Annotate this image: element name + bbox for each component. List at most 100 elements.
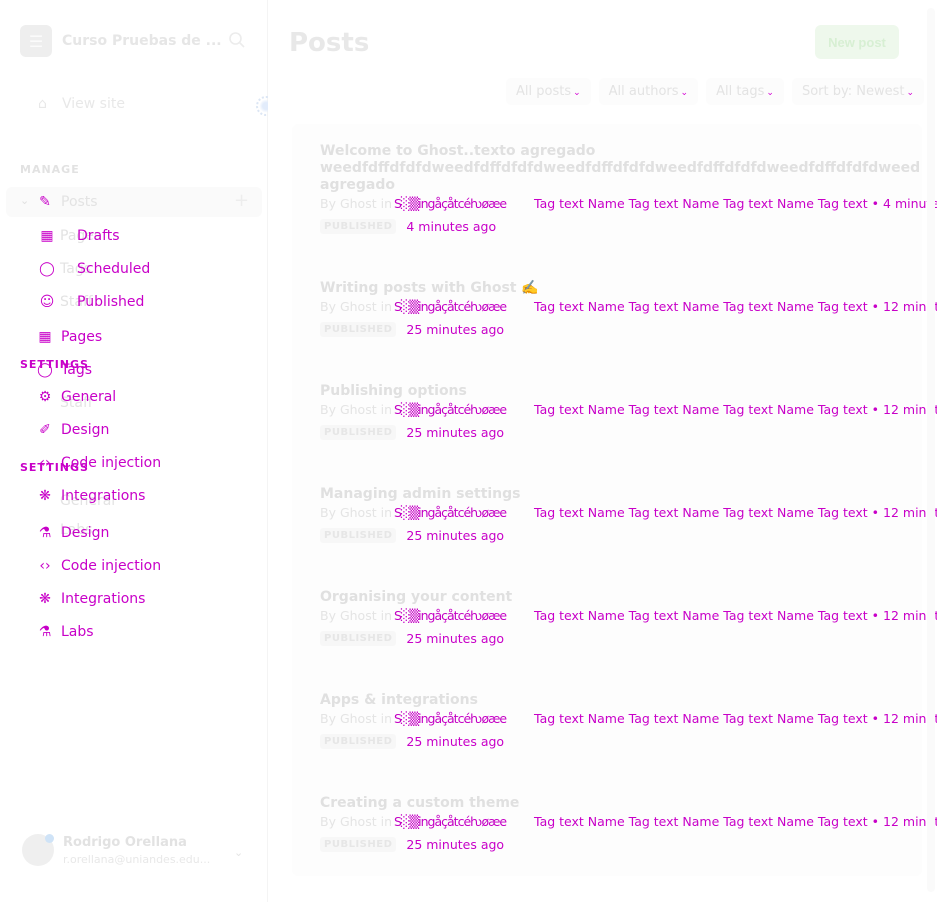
page-title: Posts [289,28,370,58]
post-meta-noise: S░▒ingåçåtcéƕøæe [394,402,507,417]
filter-sort[interactable]: Sort by: Newest ⌄ [791,77,925,105]
post-author: By Ghost in [320,196,392,211]
sidebar-item-label: Integrations [61,591,146,607]
sidebar-item-code-injection-2[interactable]: ‹› Code injection [36,558,161,574]
integrations-icon: ❋ [39,488,51,504]
sidebar-item-label: Code injection [61,558,162,574]
sidebar-item-drafts[interactable]: ▦ Drafts [38,228,119,244]
sidebar-item-posts[interactable]: ✎ Posts [36,194,97,210]
list-item[interactable]: Publishing options By Ghost in S░▒ingåçå… [320,383,937,440]
post-time: 25 minutes ago [406,425,505,440]
post-time: 25 minutes ago [406,837,505,852]
drafts-icon: ▦ [40,228,54,244]
scrollbar[interactable] [927,8,935,892]
post-time: 25 minutes ago [406,322,505,337]
sidebar-item-label: Scheduled [77,261,151,277]
post-status-row: PUBLISHED 25 minutes ago [320,322,925,337]
sidebar-item-general[interactable]: ⚙ General [36,389,116,405]
filter-all-authors[interactable]: All authors ⌄ [598,77,699,105]
post-meta-noise: S░▒ingåçåtcéƕøæe [394,196,507,211]
online-dot [45,834,54,843]
filter-label: All authors [608,83,679,99]
status-badge: PUBLISHED [320,837,397,852]
sidebar-item-label: Published [77,294,145,310]
sidebar-item-pages[interactable]: ▦ Pages [36,329,102,345]
sidebar-item-label: Tags [61,362,92,378]
post-status-row: PUBLISHED 25 minutes ago [320,425,925,440]
sidebar-item-tags[interactable]: ◯ Tags [36,362,92,378]
filter-label: All posts [516,83,572,99]
post-meta-noise: S░▒ingåçåtcéƕøæe [394,711,507,726]
filter-all-tags[interactable]: All tags ⌄ [706,77,784,105]
post-time: 25 minutes ago [406,631,505,646]
pages-icon: ▦ [38,329,52,345]
sidebar-item-design-2[interactable]: ⚗ Design [36,525,110,541]
sidebar-item-integrations[interactable]: ❋ Integrations [36,488,145,504]
sidebar-item-integrations-2[interactable]: ❋ Integrations [36,591,145,607]
post-title: Apps & integrations [320,692,478,708]
list-item[interactable]: Writing posts with Ghost ✍️ By Ghost in … [320,280,937,337]
post-meta: By Ghost in S░▒ingåçåtcéƕøæe Tag text Na… [320,299,937,319]
chevron-down-icon[interactable]: ⌄ [234,846,243,859]
post-title: Managing admin settings [320,486,521,502]
view-site-link[interactable]: ⌂ View site [38,96,125,112]
list-item[interactable]: Creating a custom theme By Ghost in S░▒i… [320,795,937,852]
flask-icon: ⚗ [38,624,52,640]
post-status-row: PUBLISHED 25 minutes ago [320,528,925,543]
post-meta-noise: S░▒ingåçåtcéƕøæe [394,814,507,829]
post-author: By Ghost in [320,505,392,520]
site-title: Curso Pruebas de ... [62,33,222,49]
list-item[interactable]: Organising your content By Ghost in S░▒i… [320,589,937,646]
post-title: Welcome to Ghost..texto agregado weedfdf… [320,143,920,193]
integrations-icon: ❋ [39,591,51,607]
post-tags: Tag text Name Tag text Name Tag text Nam… [534,299,937,314]
post-meta: By Ghost in S░▒ingåçåtcéƕøæe Tag text Na… [320,711,937,731]
list-item[interactable]: Apps & integrations By Ghost in S░▒ingåç… [320,692,937,749]
sidebar-item-code-injection[interactable]: ‹› Code injection [36,455,161,471]
filter-label: All tags [716,83,765,99]
main-content: Posts New post All posts ⌄ All authors ⌄ A… [268,0,937,902]
post-title: Organising your content [320,589,513,605]
tag-icon: ◯ [37,362,53,378]
user-menu[interactable]: Rodrigo Orellana r.orellana@uniandes.edu… [22,834,210,866]
chevron-down-icon: ⌄ [680,87,689,98]
post-status-row: PUBLISHED 25 minutes ago [320,734,925,749]
sidebar-item-label: General [61,389,117,405]
status-badge: PUBLISHED [320,528,397,543]
sidebar-item-scheduled[interactable]: ◯ Scheduled [38,261,150,277]
list-item[interactable]: Welcome to Ghost..texto agregado weedfdf… [320,143,937,234]
post-tags: Tag text Name Tag text Name Tag text Nam… [534,402,937,417]
new-post-button[interactable]: New post [815,25,899,59]
post-meta-noise: S░▒ingåçåtcéƕøæe [394,608,507,623]
code-icon: ‹› [39,455,51,471]
avatar [22,834,54,866]
add-post-icon[interactable]: + [234,190,249,211]
sidebar-item-labs[interactable]: ⚗ Labs [36,624,94,640]
post-title: Publishing options [320,383,467,399]
list-item[interactable]: Managing admin settings By Ghost in S░▒i… [320,486,937,543]
post-status-row: PUBLISHED 4 minutes ago [320,219,920,234]
post-tags: Tag text Name Tag text Name Tag text Nam… [534,711,937,726]
status-badge: PUBLISHED [320,631,397,646]
status-badge: PUBLISHED [320,734,397,749]
search-icon[interactable] [228,31,246,49]
user-name: Rodrigo Orellana [63,834,187,850]
sidebar-item-label: Labs [61,624,94,640]
sidebar-item-label: Design [61,422,110,438]
post-meta: By Ghost in S░▒ingåçåtcéƕøæe Tag text Na… [320,608,937,628]
gear-icon: ⚙ [38,389,52,405]
post-meta: By Ghost in S░▒ingåçåtcéƕøæe Tag text Na… [320,402,937,422]
post-author: By Ghost in [320,299,392,314]
site-brand[interactable]: ☰ Curso Pruebas de ... [20,25,222,57]
filter-all-posts[interactable]: All posts ⌄ [506,77,591,105]
post-meta: By Ghost in S░▒ingåçåtcéƕøæe Tag text Na… [320,505,937,525]
sidebar-item-label: Design [61,525,110,541]
post-status-row: PUBLISHED 25 minutes ago [320,837,925,852]
sidebar-item-published[interactable]: ☺ Published [38,294,145,310]
sidebar-item-label: Pages [61,329,103,345]
chevron-down-icon: ⌄ [20,194,30,207]
post-tags: Tag text Name Tag text Name Tag text Nam… [534,608,937,623]
site-logo: ☰ [20,25,52,57]
sidebar-item-design[interactable]: ✐ Design [36,422,109,438]
post-time: 4 minutes ago [406,219,497,234]
